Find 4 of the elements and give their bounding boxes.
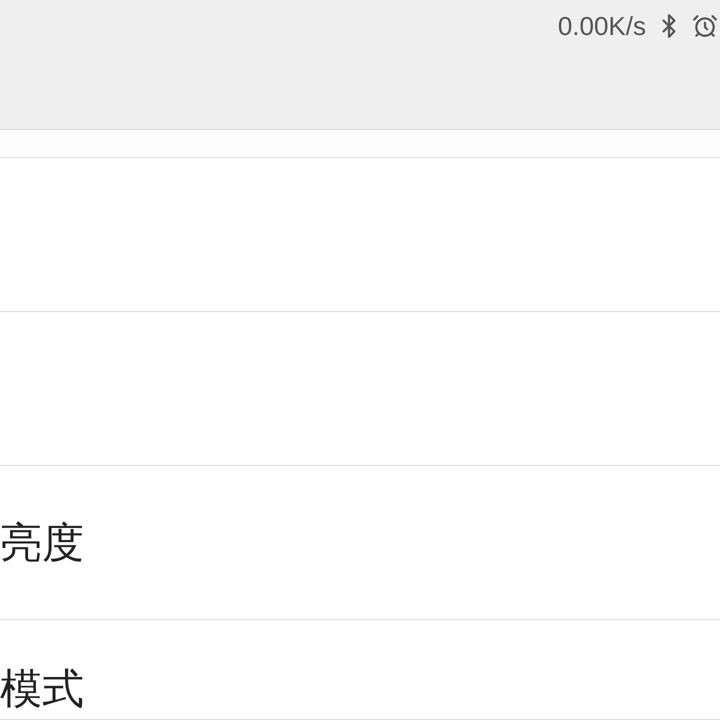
setting-label[interactable]: 亮度 [0,518,84,566]
network-speed: 0.00K/s [558,10,646,43]
alarm-clock-icon [692,12,718,40]
setting-label[interactable]: 模式 [0,665,84,713]
